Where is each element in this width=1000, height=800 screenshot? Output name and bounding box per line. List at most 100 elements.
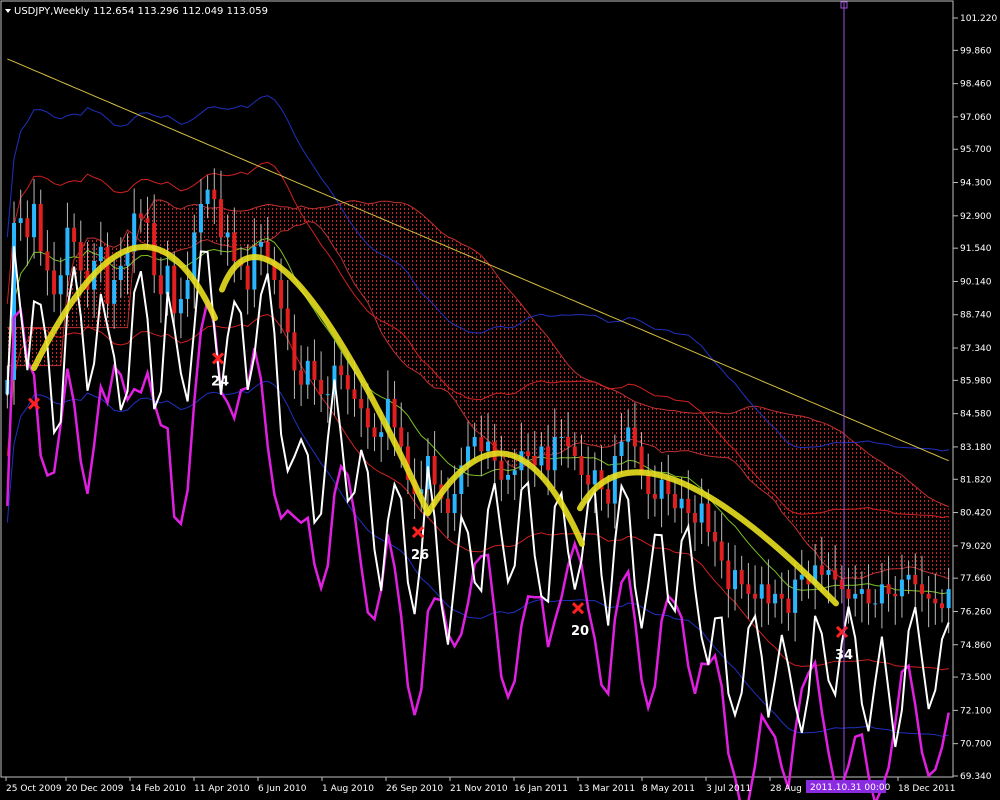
candle-body bbox=[746, 584, 751, 594]
candle-body bbox=[365, 408, 370, 428]
candle-body bbox=[486, 441, 491, 452]
candle-body bbox=[666, 479, 671, 495]
candle-body bbox=[919, 584, 924, 594]
candle-body bbox=[198, 203, 203, 233]
candle-body bbox=[225, 232, 230, 238]
candle-body bbox=[205, 189, 210, 204]
y-tick-label: 76.260 bbox=[960, 607, 992, 617]
x-tick-label: 21 Nov 2010 bbox=[450, 784, 508, 794]
candle-body bbox=[692, 513, 697, 523]
y-tick-label: 92.900 bbox=[960, 212, 992, 222]
candle-body bbox=[305, 360, 310, 385]
candle-body bbox=[325, 394, 330, 396]
y-tick-label: 95.700 bbox=[960, 145, 992, 155]
candle-body bbox=[65, 227, 70, 276]
x-tick-label: 16 Jan 2011 bbox=[514, 784, 568, 794]
candle-body bbox=[372, 427, 377, 437]
candle-body bbox=[672, 494, 677, 509]
header-symbol: USDJPY,Weekly bbox=[14, 6, 90, 17]
candle-body bbox=[539, 446, 544, 466]
candle-body bbox=[339, 365, 344, 376]
candle-body bbox=[499, 460, 504, 480]
candle-body bbox=[592, 470, 597, 485]
y-tick-label: 94.300 bbox=[960, 179, 992, 189]
candle-body bbox=[906, 574, 911, 580]
candle-body bbox=[245, 265, 250, 290]
candle-body bbox=[285, 308, 290, 333]
y-tick-label: 99.860 bbox=[960, 46, 992, 56]
x-tick-label: 28 Aug bbox=[770, 784, 802, 794]
candle-body bbox=[739, 570, 744, 585]
candle-body bbox=[839, 579, 844, 590]
cycle-length-label: 26 bbox=[411, 548, 429, 563]
y-tick-label: 70.700 bbox=[960, 740, 992, 750]
y-tick-label: 91.540 bbox=[960, 244, 992, 254]
y-tick-label: 73.500 bbox=[960, 673, 992, 683]
y-tick-label: 88.740 bbox=[960, 311, 992, 321]
y-tick-label: 69.340 bbox=[960, 772, 992, 782]
candle-body bbox=[98, 246, 103, 261]
candle-body bbox=[793, 579, 798, 613]
y-tick-label: 85.980 bbox=[960, 376, 992, 386]
price-chart: 24262034 101.22099.86098.46097.06095.700… bbox=[0, 0, 1000, 800]
candle-body bbox=[259, 241, 264, 247]
candle-body bbox=[859, 589, 864, 594]
candle-body bbox=[118, 265, 123, 281]
candle-body bbox=[512, 470, 517, 475]
candle-body bbox=[379, 432, 384, 437]
candle-body bbox=[713, 532, 717, 542]
x-tick-label: 14 Feb 2010 bbox=[130, 784, 186, 794]
candle-body bbox=[526, 451, 531, 456]
candle-body bbox=[879, 584, 884, 604]
candle-body bbox=[32, 203, 37, 238]
y-tick-label: 79.020 bbox=[960, 542, 992, 552]
candle-body bbox=[352, 389, 357, 399]
candle-body bbox=[733, 570, 738, 590]
y-tick-label: 81.820 bbox=[960, 475, 992, 485]
candle-body bbox=[72, 227, 77, 242]
candle-body bbox=[105, 246, 110, 304]
y-tick-label: 97.060 bbox=[960, 113, 992, 123]
cycle-length-label: 24 bbox=[211, 374, 229, 389]
candle-body bbox=[706, 503, 711, 533]
candle-body bbox=[659, 479, 664, 499]
cycle-length-label: 20 bbox=[571, 624, 589, 639]
candle-body bbox=[546, 446, 551, 471]
candle-body bbox=[78, 241, 83, 271]
candle-body bbox=[218, 199, 223, 238]
candle-body bbox=[826, 570, 831, 575]
candle-body bbox=[833, 570, 838, 580]
y-tick-label: 90.140 bbox=[960, 277, 992, 287]
candle-body bbox=[158, 275, 163, 295]
candle-body bbox=[632, 427, 637, 447]
candle-body bbox=[38, 203, 43, 252]
candle-body bbox=[399, 427, 404, 447]
candle-body bbox=[312, 360, 317, 380]
candle-body bbox=[279, 280, 284, 309]
y-tick-label: 77.660 bbox=[960, 574, 992, 584]
candle-body bbox=[165, 265, 170, 295]
y-tick-label: 101.220 bbox=[960, 14, 997, 24]
candle-body bbox=[913, 574, 918, 585]
candle-body bbox=[445, 498, 450, 514]
candle-body bbox=[866, 589, 871, 604]
candle-body bbox=[52, 270, 57, 295]
candle-body bbox=[566, 436, 571, 447]
candle-body bbox=[939, 603, 944, 609]
candle-body bbox=[25, 218, 30, 238]
candle-body bbox=[345, 375, 350, 390]
header-ohlc: 112.654 113.296 112.049 113.059 bbox=[93, 6, 268, 17]
candle-body bbox=[185, 280, 190, 300]
candle-body bbox=[472, 436, 477, 447]
candle-body bbox=[886, 584, 891, 594]
y-tick-label: 84.580 bbox=[960, 410, 992, 420]
x-tick-label: 13 Mar 2011 bbox=[578, 784, 635, 794]
candle-body bbox=[479, 436, 484, 452]
candle-body bbox=[846, 589, 851, 599]
x-tick-label: 26 Sep 2010 bbox=[386, 784, 443, 794]
cursor-date-label: 2011.10.31 00:00 bbox=[810, 783, 891, 793]
candle-body bbox=[579, 455, 584, 475]
candle-body bbox=[252, 246, 257, 290]
candle-body bbox=[766, 584, 771, 604]
y-tick-label: 98.460 bbox=[960, 80, 992, 90]
